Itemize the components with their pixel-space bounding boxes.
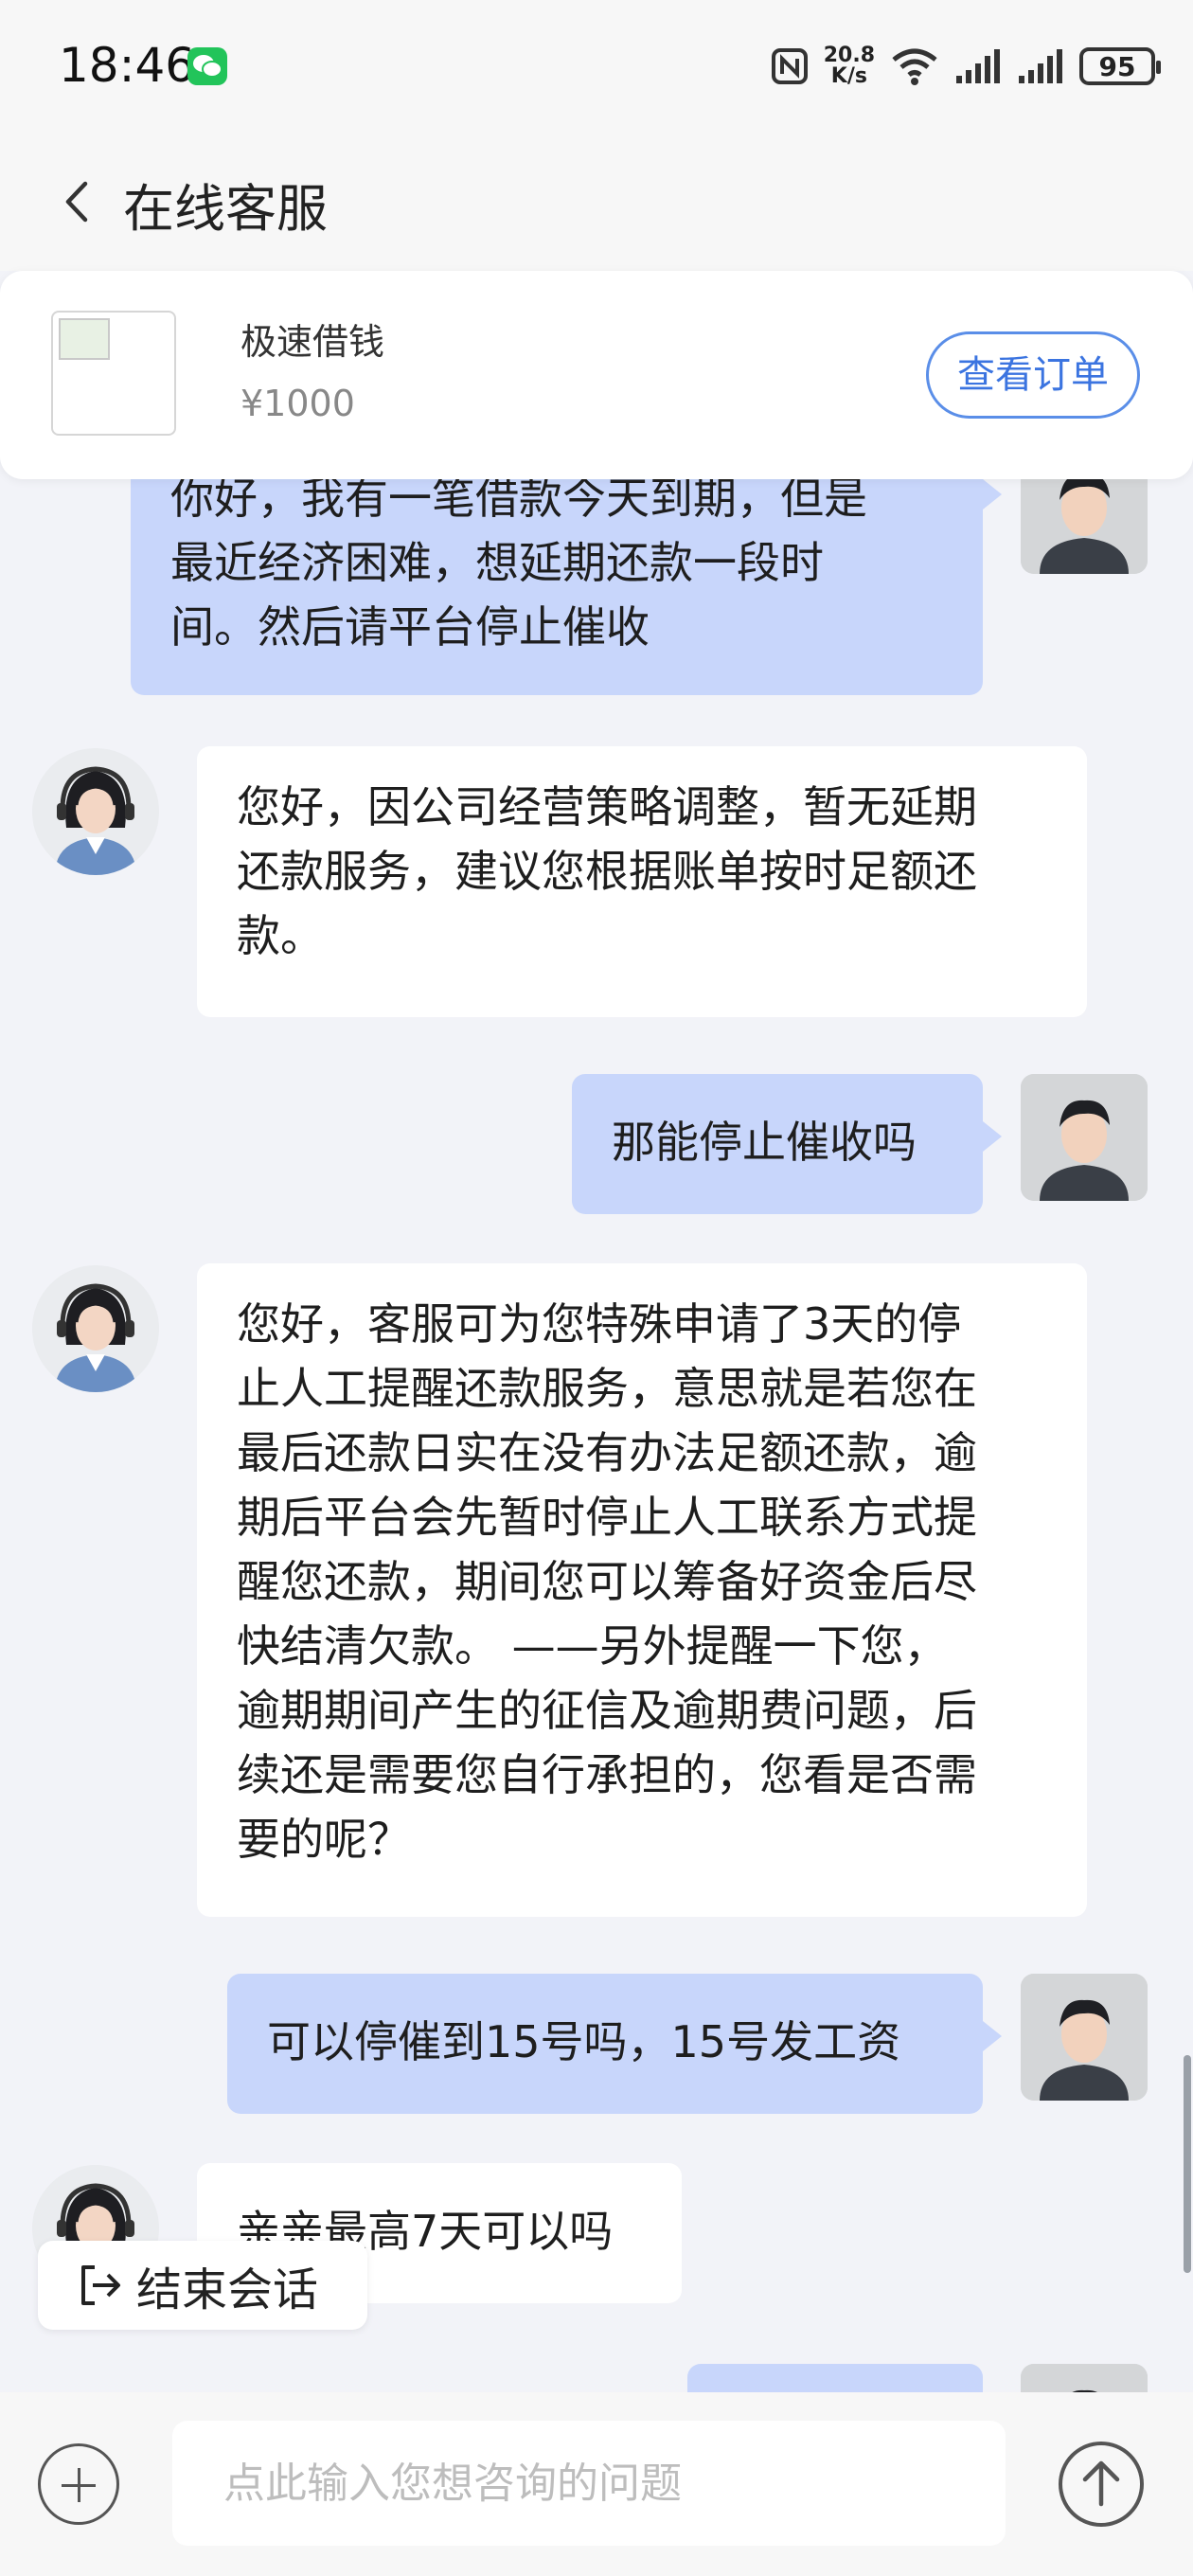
message-line: 续还是需要您自行承担的，您看是否需 xyxy=(237,1749,977,1800)
message-line: 还款服务，建议您根据账单按时足额还 xyxy=(237,846,977,897)
chat-area[interactable]: 你好，我有一笔借款今天到期，但是 最近经济困难，想延期还款一段时 间。然后请平台… xyxy=(0,479,1193,2392)
order-card: 极速借钱 ¥1000 查看订单 xyxy=(0,271,1193,479)
message-line: 逾期期间产生的征信及逾期费问题，后 xyxy=(237,1685,977,1736)
message-line: 您好，因公司经营策略调整，暂无延期 xyxy=(237,781,977,832)
message-line: 你好，我有一笔借款今天到期，但是 xyxy=(170,479,867,524)
chat-scrollbar[interactable] xyxy=(1184,2055,1191,2273)
user-message-bubble xyxy=(687,2364,983,2392)
plus-icon[interactable] xyxy=(38,2443,119,2525)
send-button[interactable] xyxy=(1059,2442,1144,2527)
message-line: 期后平台会先暂时停止人工联系方式提 xyxy=(237,1492,977,1543)
message-line: 间。然后请平台停止催收 xyxy=(170,601,650,653)
product-name: 极速借钱 xyxy=(240,321,385,363)
message-line: 快结清欠款。 ——另外提醒一下您， xyxy=(237,1620,948,1672)
broken-image-icon xyxy=(59,318,110,360)
nav-bar: 在线客服 xyxy=(0,133,1193,271)
message-line: 止人工提醒还款服务，意思就是若您在 xyxy=(237,1363,977,1414)
wifi-icon xyxy=(892,48,937,85)
message-line: 要的呢？ xyxy=(237,1814,411,1865)
signal-icon-2 xyxy=(1019,49,1062,83)
message-line: 最后还款日实在没有办法足额还款，逾 xyxy=(237,1427,977,1478)
exit-icon xyxy=(81,2265,120,2305)
input-bar xyxy=(0,2392,1193,2576)
product-price: ¥1000 xyxy=(240,383,355,424)
network-speed: 20.8 K/s xyxy=(823,44,875,88)
agent-message-bubble: 您好，客服可为您特殊申请了3天的停 止人工提醒还款服务，意思就是若您在 最后还款… xyxy=(197,1263,1087,1917)
message-line: 最近经济困难，想延期还款一段时 xyxy=(170,537,824,588)
message-line: 您好，客服可为您特殊申请了3天的停 xyxy=(237,1298,962,1350)
back-arrow-icon[interactable] xyxy=(55,178,102,225)
end-session-label: 结束会话 xyxy=(136,2263,319,2317)
view-order-button[interactable]: 查看订单 xyxy=(926,331,1140,419)
user-message-bubble: 你好，我有一笔借款今天到期，但是 最近经济困难，想延期还款一段时 间。然后请平台… xyxy=(131,479,1002,695)
end-session-button[interactable]: 结束会话 xyxy=(38,2241,367,2330)
status-bar: 18:46 20.8 K/s 95 xyxy=(0,0,1193,133)
message-line: 那能停止催收吗 xyxy=(612,1117,917,1168)
battery-indicator: 95 xyxy=(1079,47,1161,85)
user-message-bubble: 可以停催到15号吗，15号发工资 xyxy=(227,1974,1002,2114)
agent-avatar[interactable] xyxy=(32,748,159,875)
wechat-notification-icon xyxy=(187,47,227,85)
user-message-bubble: 那能停止催收吗 xyxy=(572,1074,1002,1214)
user-avatar[interactable] xyxy=(1021,1074,1148,1201)
message-line: 款。 xyxy=(237,910,324,961)
signal-icon-1 xyxy=(956,49,1000,83)
agent-message-bubble: 您好，因公司经营策略调整，暂无延期 还款服务，建议您根据账单按时足额还 款。 xyxy=(197,746,1087,1017)
product-image xyxy=(51,311,176,436)
user-avatar[interactable] xyxy=(1021,2364,1148,2392)
nfc-icon xyxy=(771,48,808,84)
page-title: 在线客服 xyxy=(123,179,328,239)
message-line: 可以停催到15号吗，15号发工资 xyxy=(267,2016,901,2067)
arrow-up-icon xyxy=(1082,2460,1120,2507)
status-time: 18:46 xyxy=(59,38,196,93)
user-avatar[interactable] xyxy=(1021,1974,1148,2101)
user-avatar[interactable] xyxy=(1021,479,1148,574)
agent-avatar[interactable] xyxy=(32,1265,159,1392)
message-line: 醒您还款，期间您可以筹备好资金后尽 xyxy=(237,1556,977,1607)
status-icons: 20.8 K/s 95 xyxy=(771,40,1161,93)
message-input[interactable] xyxy=(172,2421,1006,2546)
